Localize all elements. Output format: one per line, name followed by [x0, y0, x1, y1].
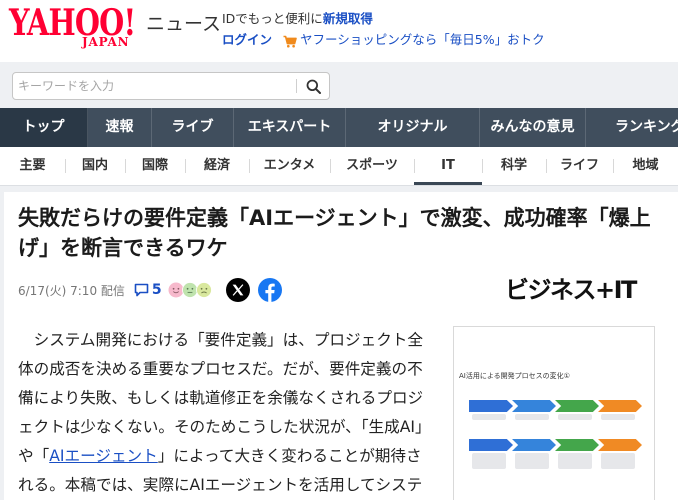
article-title-line: げ」を断言できるワケ — [18, 236, 228, 260]
stage-note-box — [558, 414, 592, 420]
reaction-faces-icon[interactable] — [168, 282, 212, 298]
cart-icon — [283, 34, 297, 47]
body-text-segment: 備により失敗、もしくは軌道修正を余儀なくされるプロジ — [18, 389, 424, 407]
category-tab-world[interactable]: 国際 — [125, 147, 185, 185]
figure-title: AI活用による開発プロセスの変化① — [459, 372, 570, 380]
stage-note-box — [472, 414, 506, 420]
article-figure[interactable]: AI活用による開発プロセスの変化① — [453, 326, 655, 500]
body-line: 備により失敗、もしくは軌道修正を余儀なくされるプロジ — [18, 384, 446, 413]
shopping-promo-link[interactable]: ヤフーショッピングなら「毎日5%」おトク — [300, 30, 545, 50]
stage-note-box — [515, 453, 549, 469]
search-input[interactable] — [18, 73, 294, 99]
gnav-item-live[interactable]: ライブ — [152, 108, 234, 147]
login-link[interactable]: ログイン — [222, 30, 272, 50]
stage-note-box — [601, 414, 635, 420]
process-stage-chevron — [555, 439, 599, 451]
body-line: 体の成否を決める重要なプロセスだ。だが、要件定義の不 — [18, 355, 446, 384]
header-promo: IDでもっと便利に 新規取得 ログイン ヤフーショッピングなら「毎日5%」おトク — [222, 9, 545, 50]
search-divider — [296, 79, 297, 93]
stage-note-box — [601, 453, 635, 469]
ai-agent-link[interactable]: AIエージェント — [49, 447, 158, 465]
body-line: ェクトは少なくない。そのためこうした状況が、「生成AI」 — [18, 413, 446, 442]
page: YAHOO! JAPAN ニュース IDでもっと便利に 新規取得 ログイン ヤフ… — [0, 0, 678, 500]
category-tab-domestic[interactable]: 国内 — [65, 147, 125, 185]
body-text-segment: 」によって大きく変わることが期待さ — [157, 447, 422, 465]
search-button[interactable] — [298, 73, 329, 99]
gnav-item-top[interactable]: トップ — [0, 108, 88, 147]
search-icon — [306, 79, 321, 94]
gnav-item-expert[interactable]: エキスパート — [234, 108, 346, 147]
category-tab-entertainment[interactable]: エンタメ — [249, 147, 330, 185]
body-text-segment: システム開発における「要件定義」は、プロジェクト全 — [18, 331, 423, 349]
x-logo-icon — [232, 284, 244, 296]
body-line: システム開発における「要件定義」は、プロジェクト全 — [18, 326, 446, 355]
process-stage-chevron — [512, 439, 556, 451]
global-nav: トップ 速報 ライブ エキスパート オリジナル みんなの意見 ランキング — [0, 108, 678, 147]
body-line: や「AIエージェント」によって大きく変わることが期待さ — [18, 442, 446, 471]
process-stage-chevron — [512, 400, 556, 412]
article-body: システム開発における「要件定義」は、プロジェクト全 体の成否を決める重要なプロセ… — [18, 326, 446, 500]
share-x-button[interactable] — [225, 278, 250, 302]
comment-count: 5 — [151, 282, 162, 298]
gnav-item-opinions[interactable]: みんなの意見 — [480, 108, 586, 147]
site-header: YAHOO! JAPAN ニュース IDでもっと便利に 新規取得 ログイン ヤフ… — [0, 0, 678, 62]
body-text-segment: ェクトは少なくない。そのためこうした状況が、「生成AI」 — [18, 418, 431, 436]
yahoo-japan-logo[interactable]: YAHOO! JAPAN — [9, 3, 141, 53]
process-stage-chevron — [555, 400, 599, 412]
reaction-face — [195, 282, 212, 298]
category-tab-local[interactable]: 地域 — [613, 147, 678, 185]
category-nav: 主要 国内 国際 経済 エンタメ スポーツ IT 科学 ライフ 地域 — [0, 147, 678, 186]
process-stage-chevron — [598, 400, 642, 412]
logo-subtitle: JAPAN — [82, 35, 130, 49]
stage-note-box — [472, 453, 506, 469]
category-tab-sports[interactable]: スポーツ — [330, 147, 414, 185]
gnav-item-original[interactable]: オリジナル — [346, 108, 480, 147]
article-card: 失敗だらけの要件定義「AIエージェント」で激変、成功確率「爆上 げ」を断言できる… — [4, 192, 678, 500]
facebook-icon — [265, 283, 275, 302]
stage-note-box — [515, 414, 549, 420]
body-text-segment: れる。本稿では、実際にAIエージェントを活用してシステ — [18, 476, 423, 494]
article-meta: 6/17(火) 7:10 配信 5 — [18, 276, 282, 304]
gnav-item-ranking[interactable]: ランキング — [586, 108, 678, 147]
category-tab-life[interactable]: ライフ — [546, 147, 613, 185]
login-promo-line: ログイン ヤフーショッピングなら「毎日5%」おトク — [222, 30, 545, 50]
gnav-item-flash[interactable]: 速報 — [88, 108, 152, 147]
comment-icon — [134, 283, 149, 297]
reaction-face — [181, 282, 198, 298]
search-box — [12, 72, 330, 100]
category-tab-main[interactable]: 主要 — [0, 147, 65, 185]
reaction-face — [168, 282, 184, 298]
service-name-link[interactable]: ニュース — [146, 12, 221, 36]
share-facebook-button[interactable] — [257, 278, 282, 302]
id-promo-text: IDでもっと便利に — [222, 11, 323, 26]
process-stage-chevron — [598, 439, 642, 451]
signup-link[interactable]: 新規取得 — [323, 9, 373, 29]
body-text-segment: 体の成否を決める重要なプロセスだ。だが、要件定義の不 — [18, 360, 423, 378]
stage-note-box — [558, 453, 592, 469]
body-text-segment: や「 — [18, 447, 50, 465]
article-title: 失敗だらけの要件定義「AIエージェント」で激変、成功確率「爆上 げ」を断言できる… — [18, 203, 668, 263]
body-line: れる。本稿では、実際にAIエージェントを活用してシステ — [18, 471, 446, 500]
published-date: 6/17(火) 7:10 配信 — [18, 283, 125, 298]
category-tab-economy[interactable]: 経済 — [185, 147, 249, 185]
category-tab-it[interactable]: IT — [414, 147, 482, 185]
process-stage-chevron — [469, 400, 513, 412]
category-tab-science[interactable]: 科学 — [482, 147, 546, 185]
publisher-logo[interactable]: ビジネス+IT — [505, 276, 637, 304]
id-promo-line: IDでもっと便利に 新規取得 — [222, 9, 545, 29]
process-stage-chevron — [469, 439, 513, 451]
comments-link[interactable]: 5 — [134, 282, 162, 298]
article-title-line: 失敗だらけの要件定義「AIエージェント」で激変、成功確率「爆上 — [18, 206, 651, 230]
